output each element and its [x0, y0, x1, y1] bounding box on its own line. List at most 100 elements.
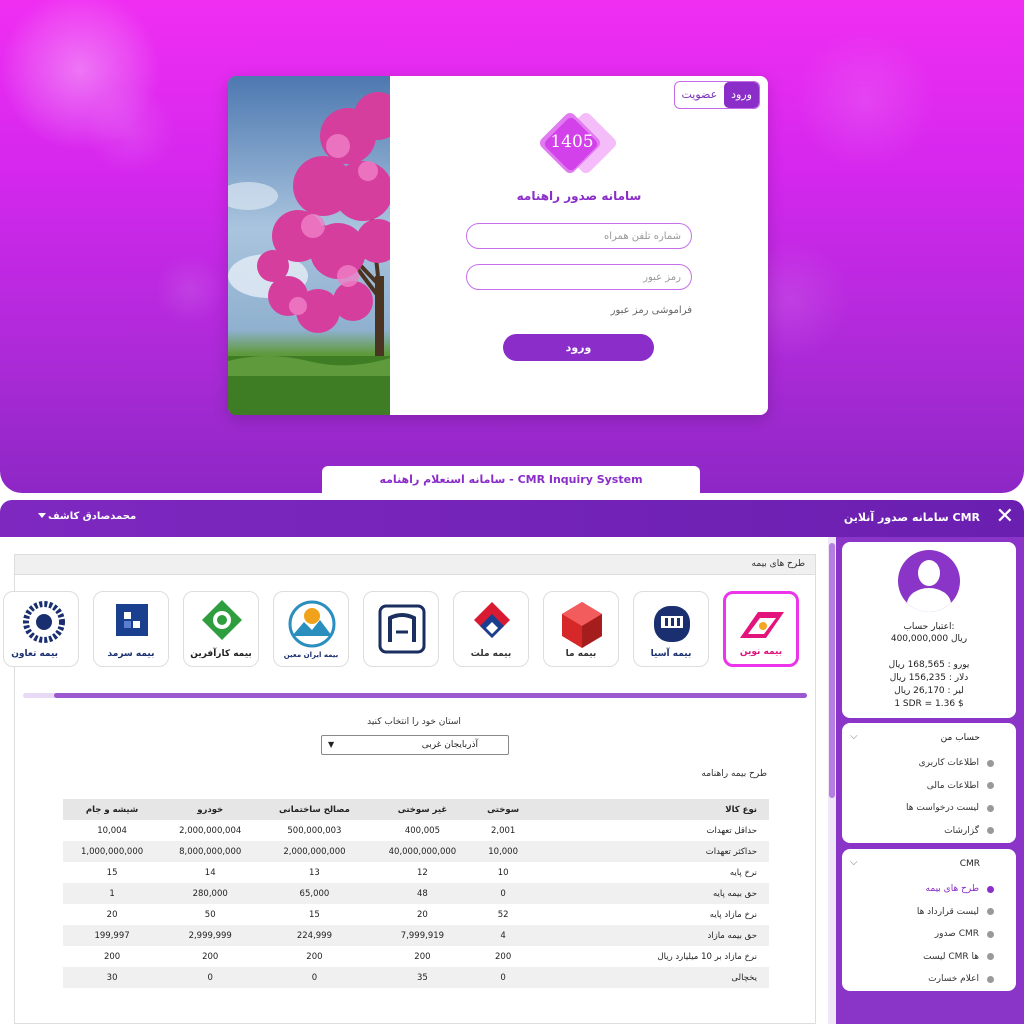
menu-item-reports[interactable]: گزارشات [850, 820, 994, 843]
table-row: یخچالی 0 35 0 0 30 [63, 967, 769, 988]
table-cell: 200 [202, 951, 219, 962]
insurer-novin[interactable]: بیمه نوین [723, 591, 799, 667]
insurer-name: بیمه ایران معین [283, 651, 339, 659]
table-cell: 50 [204, 909, 216, 920]
phone-input[interactable] [466, 223, 692, 249]
column-header: سوختی [475, 799, 531, 820]
province-label: استان خود را انتخاب کنید [367, 717, 461, 727]
table-cell: 0 [475, 883, 531, 904]
table-cell: 48 [369, 883, 476, 904]
plan-label: طرح بیمه راهنامه [701, 769, 767, 779]
app-logo: 1405 [537, 110, 623, 182]
carousel-progress-fill [54, 693, 807, 698]
table-cell: 2,001 [490, 825, 516, 836]
insurer-asia[interactable]: بیمه آسیا [633, 591, 709, 667]
table-cell: 8,000,000,000 [161, 841, 260, 862]
inquiry-system-tab[interactable]: سامانه استعلام راهنامه - CMR Inquiry Sys… [322, 466, 700, 493]
menu-item-user-info[interactable]: اطلاعات کاربری [850, 752, 994, 775]
account-menu-items: اطلاعات کاربری اطلاعات مالی لیست درخواست… [850, 752, 994, 842]
table-cell: حق بیمه پایه [531, 883, 769, 904]
table-cell: 224,999 [259, 925, 370, 946]
tab-register[interactable]: عضویت [675, 82, 725, 108]
insurer-name: بیمه سرمد [107, 649, 155, 659]
panel-header: طرح های بیمه [15, 555, 815, 575]
tab-login[interactable]: ورود [724, 82, 759, 108]
table-cell: حق بیمه مازاد [531, 925, 769, 946]
table-cell: یخچالی [531, 967, 769, 988]
table-cell: 15 [106, 867, 118, 878]
table-cell: حداکثر تعهدات [531, 841, 769, 862]
caret-down-icon[interactable] [38, 513, 46, 518]
password-input[interactable] [466, 264, 692, 290]
tree-photo [228, 76, 390, 415]
close-icon[interactable]: ✕ [996, 506, 1014, 528]
insurer-carousel: بیمه نوین بیمه آسیا بیمه ما بیمه ملت بیم… [3, 591, 815, 673]
table-row: حداقل تعهدات 2,001 400,005 500,000,003 2,000… [63, 820, 769, 841]
sidebar: اعتبار حساب: 400,000,000 ریال یورو : 168… [836, 537, 1024, 1024]
column-header: خودرو [161, 799, 260, 820]
table-cell: 4 [475, 925, 531, 946]
insurer-ma[interactable]: بیمه ما [543, 591, 619, 667]
menu-item-contracts[interactable]: لیست قرارداد ها [850, 901, 994, 924]
table-cell: 40,000,000,000 [369, 841, 476, 862]
sdr-rate: 1 SDR = 1.36 $ [894, 699, 964, 709]
login-card: عضویت ورود 1405 سامانه صدور راهنامه فرام… [228, 76, 768, 415]
table-cell: 0 [161, 967, 260, 988]
table-cell: 10,004 [97, 825, 127, 836]
table-cell: 2,000,000,004 [179, 825, 242, 836]
system-title: سامانه صدور راهنامه [516, 189, 642, 203]
euro-rate: یورو : 168,565 ریال [888, 660, 970, 670]
dashboard: ✕ سامانه صدور آنلاین CMR محمدصادق کاشف ا… [0, 500, 1024, 1024]
menu-item-insurance-plans[interactable]: طرح های بیمه [850, 878, 994, 901]
insurer-taavon[interactable]: بیمه تعاون [3, 591, 79, 667]
user-menu[interactable]: محمدصادق کاشف [48, 511, 136, 522]
insurer-karafarin[interactable]: بیمه کارآفرین [183, 591, 259, 667]
insurer-iran-moein[interactable]: بیمه ایران معین [273, 591, 349, 667]
insurer-mellat[interactable]: بیمه ملت [453, 591, 529, 667]
menu-item-cmr-list[interactable]: لیست CMR ها [850, 946, 994, 969]
table-row: حداکثر تعهدات 10,000 40,000,000,000 2,000,0… [63, 841, 769, 862]
table-cell: 200 [414, 951, 431, 962]
table-row: نرخ مازاد بر 10 میلیارد ریال 200 200 200 200… [63, 946, 769, 967]
insurer-hafez[interactable] [363, 591, 439, 667]
forgot-password-link[interactable]: فراموشی رمز عبور [592, 305, 692, 316]
carousel-progress[interactable] [23, 693, 807, 698]
login-button[interactable]: ورود [503, 334, 654, 361]
insurer-sarmad[interactable]: بیمه سرمد [93, 591, 169, 667]
avatar [898, 550, 960, 612]
table-cell: 280,000 [161, 883, 260, 904]
table-row: نرخ پایه 10 12 13 14 15 [63, 862, 769, 883]
top-bar: ✕ سامانه صدور آنلاین CMR محمدصادق کاشف [0, 500, 1024, 537]
table-cell: 200 [495, 951, 512, 962]
table-cell: 10,000 [475, 841, 531, 862]
cmr-menu-items: طرح های بیمه لیست قرارداد ها صدور CMR لی… [850, 878, 994, 991]
table-cell: نرخ پایه [729, 867, 757, 878]
lira-rate: لیر : 26,170 ریال [894, 686, 964, 696]
insurance-plans-panel: طرح های بیمه بیمه نوین بیمه آسیا بیمه ما… [3, 554, 816, 1024]
scrollbar-thumb[interactable] [829, 543, 835, 798]
table-row: حق بیمه پایه 0 48 65,000 280,000 1 [63, 883, 769, 904]
main-content: طرح های بیمه بیمه نوین بیمه آسیا بیمه ما… [0, 537, 836, 1024]
table-cell: 30 [63, 967, 162, 988]
menu-item-requests[interactable]: لیست درخواست ها [850, 797, 994, 820]
province-value: آذربایجان غربی [421, 740, 478, 750]
table-cell: 13 [309, 867, 320, 878]
menu-item-financial-info[interactable]: اطلاعات مالی [850, 775, 994, 798]
table-cell: 1 [63, 883, 162, 904]
table-cell: 65,000 [259, 883, 370, 904]
cmr-menu: ⌵ CMR طرح های بیمه لیست قرارداد ها صدور … [842, 849, 1016, 991]
province-select[interactable]: آذربایجان غربی ▼ [321, 735, 509, 755]
table-cell: 52 [497, 909, 509, 920]
caret-down-icon: ▼ [328, 740, 335, 749]
menu-item-claims[interactable]: اعلام خسارت [850, 968, 994, 991]
table-cell: 1,000,000,000 [63, 841, 162, 862]
table-cell: 200 [306, 951, 323, 962]
credit-value: 400,000,000 ریال [890, 634, 968, 644]
page: عضویت ورود 1405 سامانه صدور راهنامه فرام… [0, 0, 1024, 1024]
table-cell: 7,999,919 [369, 925, 476, 946]
account-menu-title: حساب من [940, 733, 980, 743]
account-menu: ⌵ حساب من اطلاعات کاربری اطلاعات مالی لی… [842, 723, 1016, 843]
table-cell: 35 [369, 967, 476, 988]
menu-item-issue-cmr[interactable]: صدور CMR [850, 923, 994, 946]
chevron-down-icon: ⌵ [850, 731, 858, 742]
